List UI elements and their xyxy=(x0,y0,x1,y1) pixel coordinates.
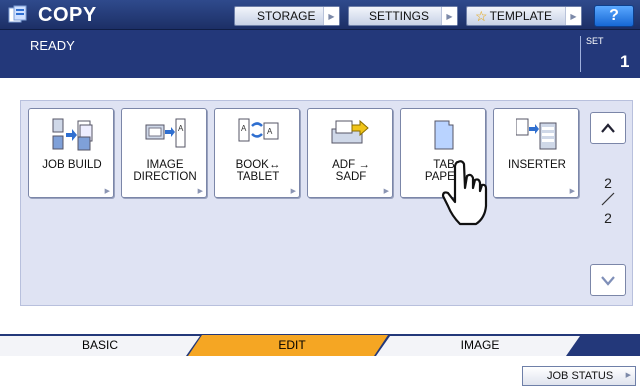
app-title: COPY xyxy=(38,4,97,26)
star-icon: ☆ xyxy=(475,7,488,24)
status-area: READY SET 1 xyxy=(0,30,640,78)
corner-arrow-icon: ▶ xyxy=(290,188,296,195)
copy-app-icon xyxy=(8,5,27,23)
set-count: 1 xyxy=(620,52,630,71)
inserter-button[interactable]: INSERTER ▶ xyxy=(493,108,579,198)
svg-text:A: A xyxy=(241,124,247,133)
adf-sadf-button[interactable]: ADF → SADF ▶ xyxy=(307,108,393,198)
chevron-up-icon xyxy=(601,123,615,133)
corner-arrow-icon: ▶ xyxy=(104,188,110,195)
tab-image[interactable]: IMAGE xyxy=(420,334,540,356)
tab-paper-icon xyxy=(434,120,454,150)
template-button[interactable]: ☆ TEMPLATE ▶ xyxy=(466,6,582,26)
arrow-right-icon: ▶ xyxy=(565,7,581,25)
book-tablet-button[interactable]: A A BOOK↔ TABLET ▶ xyxy=(214,108,300,198)
arrow-right-icon: ▶ xyxy=(323,7,339,25)
job-build-button[interactable]: JOB BUILD ▶ xyxy=(28,108,114,198)
svg-text:A: A xyxy=(178,124,184,133)
template-label: TEMPLATE xyxy=(489,9,553,23)
job-status-button[interactable]: JOB STATUS ▶ xyxy=(522,366,636,386)
tab-basic[interactable]: BASIC xyxy=(40,334,160,356)
book-tablet-icon: A A xyxy=(238,118,279,142)
page-indicator: 2 2 xyxy=(590,175,626,226)
job-status-label: JOB STATUS xyxy=(547,370,614,382)
total-pages: 2 xyxy=(604,210,612,226)
corner-arrow-icon: ▶ xyxy=(383,188,389,195)
title-bar: COPY STORAGE ▶ SETTINGS ▶ ☆ TEMPLATE ▶ ? xyxy=(0,0,640,30)
help-button[interactable]: ? xyxy=(594,5,634,27)
scroll-down-button[interactable] xyxy=(590,264,626,296)
storage-button[interactable]: STORAGE ▶ xyxy=(234,6,340,26)
image-direction-button[interactable]: A IMAGE DIRECTION ▶ xyxy=(121,108,207,198)
corner-arrow-icon: ▶ xyxy=(569,188,575,195)
tab-image-label: IMAGE xyxy=(460,338,500,352)
tab-edit[interactable]: EDIT xyxy=(232,334,352,356)
inserter-icon xyxy=(516,118,557,150)
adf-sadf-icon xyxy=(331,119,369,144)
job-build-icon xyxy=(52,118,93,151)
chevron-down-icon xyxy=(601,276,615,286)
set-label: SET xyxy=(586,36,604,46)
status-message: READY xyxy=(30,38,75,53)
arrow-right-icon: ▶ xyxy=(441,7,457,25)
pointer-hand-icon xyxy=(441,160,488,226)
current-page: 2 xyxy=(604,175,612,191)
tab-edit-label: EDIT xyxy=(278,338,306,352)
corner-arrow-icon: ▶ xyxy=(197,188,203,195)
image-direction-label: IMAGE DIRECTION xyxy=(133,159,197,183)
tab-basic-label: BASIC xyxy=(81,338,118,352)
settings-button[interactable]: SETTINGS ▶ xyxy=(348,6,458,26)
tab-bar: BASIC EDIT IMAGE xyxy=(0,334,640,358)
settings-label: SETTINGS xyxy=(369,9,430,23)
book-tablet-label: BOOK↔ TABLET xyxy=(235,159,281,183)
page-separator xyxy=(601,192,615,206)
arrow-right-icon: ▶ xyxy=(625,372,631,379)
inserter-label: INSERTER xyxy=(508,159,566,171)
adf-sadf-label: ADF → SADF xyxy=(332,159,370,183)
scroll-up-button[interactable] xyxy=(590,112,626,144)
svg-text:A: A xyxy=(267,127,273,136)
divider xyxy=(580,36,581,72)
job-build-label: JOB BUILD xyxy=(42,159,102,171)
storage-label: STORAGE xyxy=(257,9,316,23)
image-direction-icon: A xyxy=(145,118,186,148)
